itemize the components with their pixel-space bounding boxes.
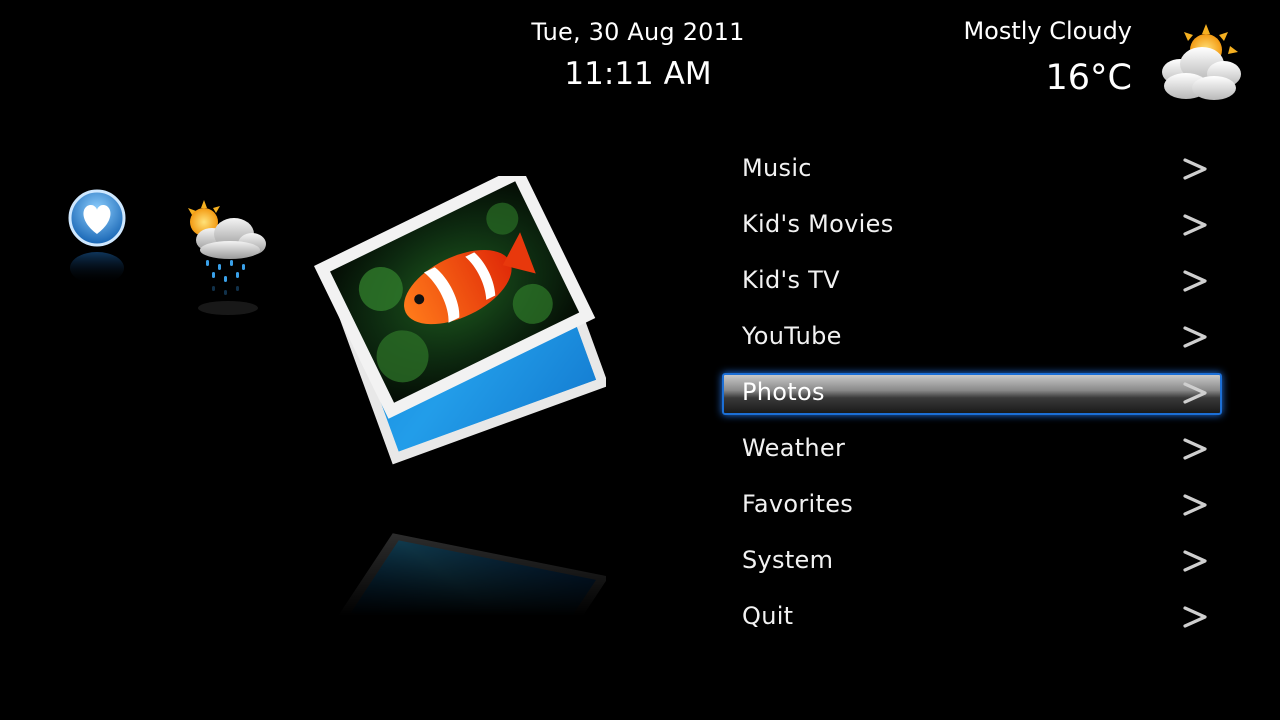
- menu-item-label: YouTube: [742, 322, 842, 350]
- menu-item-music[interactable]: Music: [722, 141, 1222, 197]
- favorites-shortcut-icon[interactable]: [66, 188, 128, 288]
- menu-item-label: Kid's Movies: [742, 210, 894, 238]
- menu-item-system[interactable]: System: [722, 533, 1222, 589]
- menu-item-youtube[interactable]: YouTube: [722, 309, 1222, 365]
- menu-item-label: Kid's TV: [742, 266, 840, 294]
- menu-item-kid-s-movies[interactable]: Kid's Movies: [722, 197, 1222, 253]
- chevron-right-icon: [1183, 550, 1207, 572]
- weather-condition: Mostly Cloudy: [963, 17, 1132, 45]
- chevron-right-icon: [1183, 214, 1207, 236]
- chevron-right-icon: [1183, 438, 1207, 460]
- weather-temperature: 16°C: [1045, 58, 1132, 98]
- chevron-right-icon: [1183, 158, 1207, 180]
- photos-icon: [306, 176, 606, 616]
- menu-item-label: Weather: [742, 434, 846, 462]
- chevron-right-icon: [1183, 326, 1207, 348]
- menu-item-kid-s-tv[interactable]: Kid's TV: [722, 253, 1222, 309]
- main-menu: Music Kid's Movies Kid's TV YouTube Photos We…: [722, 141, 1222, 645]
- menu-item-quit[interactable]: Quit: [722, 589, 1222, 645]
- partly-cloudy-icon: [1162, 24, 1241, 100]
- menu-item-photos[interactable]: Photos: [722, 365, 1222, 421]
- chevron-right-icon: [1183, 382, 1207, 404]
- chevron-right-icon: [1183, 494, 1207, 516]
- menu-item-label: Photos: [742, 378, 825, 406]
- menu-item-label: Music: [742, 154, 812, 182]
- menu-item-weather[interactable]: Weather: [722, 421, 1222, 477]
- menu-item-label: Quit: [742, 602, 794, 630]
- media-center-home: Tue, 30 Aug 2011 11:11 AM Mostly Cloudy …: [0, 0, 1280, 720]
- menu-item-label: Favorites: [742, 490, 854, 518]
- current-date: Tue, 30 Aug 2011: [531, 18, 745, 46]
- menu-item-label: System: [742, 546, 834, 574]
- current-time: 11:11 AM: [564, 56, 712, 92]
- weather-shortcut-icon[interactable]: [182, 198, 272, 320]
- chevron-right-icon: [1183, 270, 1207, 292]
- chevron-right-icon: [1183, 606, 1207, 628]
- menu-item-favorites[interactable]: Favorites: [722, 477, 1222, 533]
